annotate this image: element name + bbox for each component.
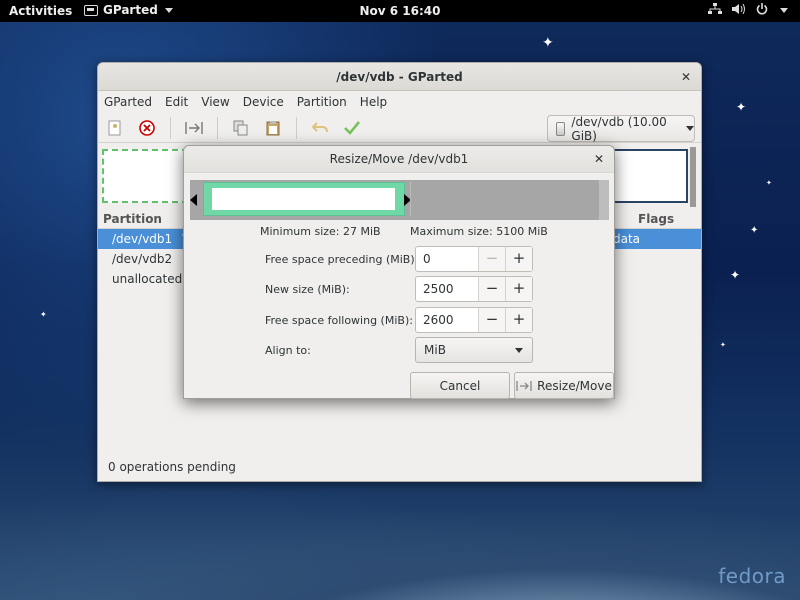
free-space-following-graph <box>410 182 600 216</box>
partition-name: /dev/vdb2 <box>112 252 173 266</box>
toolbar-separator <box>170 116 171 139</box>
top-bar: Activities GParted Nov 6 16:40 <box>0 0 800 22</box>
cancel-button[interactable]: Cancel <box>410 372 510 399</box>
new-size-input[interactable]: 2500 <box>416 277 478 301</box>
star: ✦ <box>736 100 747 114</box>
resize-handle-left[interactable] <box>190 194 197 206</box>
resize-move-button[interactable]: Resize/Move <box>514 372 614 399</box>
resize-graph-end <box>599 180 609 220</box>
star: ✦ <box>40 310 47 319</box>
align-to-select[interactable]: MiB <box>415 337 533 363</box>
chevron-down-icon <box>686 126 694 131</box>
gparted-app-icon <box>84 4 98 16</box>
chevron-down-icon <box>515 348 523 353</box>
free-space-following-label: Free space following (MiB): <box>265 314 413 327</box>
column-header-flags[interactable]: Flags <box>638 212 674 226</box>
app-menu-label: GParted <box>103 3 158 17</box>
free-space-preceding-stepper[interactable]: 0 − + <box>415 246 533 272</box>
free-space-preceding-input[interactable]: 0 <box>416 247 478 271</box>
device-selector[interactable]: /dev/vdb (10.00 GiB) <box>547 114 695 143</box>
fedora-logo: fedora <box>718 564 786 588</box>
decrement-button[interactable]: − <box>478 247 505 271</box>
window-titlebar[interactable]: /dev/vdb - GParted ✕ <box>98 63 701 91</box>
free-space-preceding-label: Free space preceding (MiB): <box>265 253 419 266</box>
resize-icon <box>516 380 532 391</box>
app-menu[interactable]: GParted <box>84 3 173 17</box>
power-icon <box>756 3 768 18</box>
column-header-partition[interactable]: Partition <box>103 212 162 226</box>
new-partition-button[interactable] <box>106 119 124 137</box>
star: ✦ <box>750 225 759 236</box>
free-space-following-stepper[interactable]: 2600 − + <box>415 307 533 333</box>
close-icon[interactable]: ✕ <box>594 146 604 173</box>
volume-icon <box>732 3 746 18</box>
disk-icon <box>556 121 566 136</box>
paste-icon <box>266 120 280 135</box>
menubar: GParted Edit View Device Partition Help <box>98 91 701 113</box>
menu-edit[interactable]: Edit <box>165 95 188 109</box>
menu-help[interactable]: Help <box>360 95 387 109</box>
apply-button[interactable] <box>343 119 361 137</box>
decrement-button[interactable]: − <box>478 277 505 301</box>
star: ✦ <box>766 179 772 187</box>
partition-resize-bar[interactable] <box>203 182 405 216</box>
copy-icon <box>233 120 248 135</box>
toolbar-separator <box>296 116 297 139</box>
check-icon <box>344 120 360 135</box>
new-size-label: New size (MiB): <box>265 283 350 296</box>
free-space-following-input[interactable]: 2600 <box>416 308 478 332</box>
menu-view[interactable]: View <box>201 95 229 109</box>
network-icon <box>708 3 722 18</box>
activities-button[interactable]: Activities <box>9 4 72 18</box>
delete-icon <box>139 119 155 136</box>
star: ✦ <box>720 341 726 349</box>
graph-scrollbar[interactable] <box>690 147 696 207</box>
copy-button[interactable] <box>232 119 250 137</box>
undo-button[interactable] <box>311 119 329 137</box>
status-bar: 0 operations pending <box>108 460 236 474</box>
partition-used-space <box>212 188 395 210</box>
new-size-stepper[interactable]: 2500 − + <box>415 276 533 302</box>
clock[interactable]: Nov 6 16:40 <box>359 4 440 18</box>
delete-partition-button[interactable] <box>138 119 156 137</box>
decrement-button[interactable]: − <box>478 308 505 332</box>
resize-graph[interactable] <box>190 180 609 220</box>
resize-icon <box>185 121 203 134</box>
device-selector-label: /dev/vdb (10.00 GiB) <box>571 114 667 143</box>
align-to-value: MiB <box>424 343 446 357</box>
increment-button[interactable]: + <box>505 247 532 271</box>
close-icon[interactable]: ✕ <box>681 63 691 91</box>
cancel-button-label: Cancel <box>439 378 481 393</box>
chevron-down-icon <box>164 7 173 13</box>
maximum-size-label: Maximum size: 5100 MiB <box>410 225 548 238</box>
resize-move-button-label: Resize/Move <box>537 378 612 393</box>
partition-name: unallocated <box>112 272 183 286</box>
star: ✦ <box>730 268 741 282</box>
resize-move-dialog: Resize/Move /dev/vdb1 ✕ Minimum size: 27… <box>183 145 615 399</box>
menu-device[interactable]: Device <box>243 95 284 109</box>
increment-button[interactable]: + <box>505 277 532 301</box>
paste-button[interactable] <box>264 119 282 137</box>
resize-move-toolbar-button[interactable] <box>185 119 203 137</box>
system-tray[interactable] <box>708 3 788 18</box>
increment-button[interactable]: + <box>505 308 532 332</box>
star: ✦ <box>542 35 554 51</box>
partition-name: /dev/vdb1 <box>112 232 173 246</box>
align-to-label: Align to: <box>265 344 311 357</box>
minimum-size-label: Minimum size: 27 MiB <box>260 225 381 238</box>
chevron-down-icon <box>780 8 788 13</box>
undo-icon <box>311 121 328 132</box>
menu-partition[interactable]: Partition <box>297 95 347 109</box>
dialog-title: Resize/Move /dev/vdb1 <box>329 152 469 166</box>
menu-gparted[interactable]: GParted <box>104 95 152 109</box>
window-title: /dev/vdb - GParted <box>336 70 463 84</box>
dialog-titlebar[interactable]: Resize/Move /dev/vdb1 ✕ <box>184 146 614 173</box>
new-icon <box>108 120 121 135</box>
toolbar-separator <box>217 116 218 139</box>
